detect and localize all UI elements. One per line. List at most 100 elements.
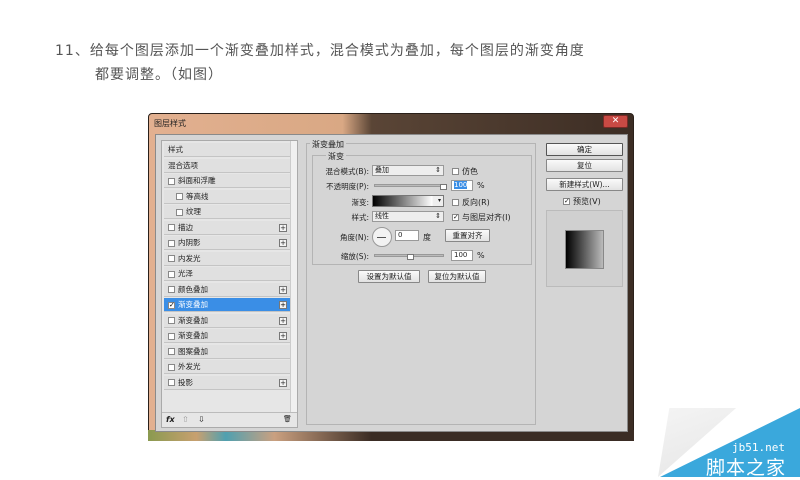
style-value: 线性 xyxy=(375,212,389,220)
style-item[interactable]: 投影 + xyxy=(164,375,290,390)
style-item-label: 渐变叠加 xyxy=(178,315,208,325)
angle-input[interactable]: 0 xyxy=(395,230,419,241)
style-checkbox[interactable] xyxy=(168,177,175,185)
style-item-label: 混合选项 xyxy=(168,160,198,170)
dither-label: 仿色 xyxy=(462,167,478,176)
style-item[interactable]: ✓ 渐变叠加 + xyxy=(164,298,290,312)
add-style-icon[interactable]: + xyxy=(279,378,287,387)
scale-unit: % xyxy=(477,251,485,260)
styles-toolbar: fx ⇧ ⇩ 🗑 xyxy=(162,412,297,427)
style-item-label: 颜色叠加 xyxy=(178,284,208,294)
style-item[interactable]: 纹理 xyxy=(164,205,290,219)
preview-label: 预览(V) xyxy=(573,197,601,206)
angle-label: 角度(N): xyxy=(340,233,369,242)
style-item[interactable]: 颜色叠加 + xyxy=(164,282,290,297)
preview-swatch xyxy=(565,230,604,269)
reset-alignment-button[interactable]: 重置对齐 xyxy=(445,229,490,242)
style-item-label: 图案叠加 xyxy=(178,346,208,356)
scale-input[interactable]: 100 xyxy=(451,250,473,261)
move-down-icon[interactable]: ⇩ xyxy=(198,415,205,424)
style-checkbox[interactable] xyxy=(168,270,175,278)
style-item[interactable]: 渐变叠加 + xyxy=(164,329,290,343)
style-item[interactable]: 外发光 xyxy=(164,360,290,374)
align-label: 与图层对齐(I) xyxy=(462,213,511,222)
style-item[interactable]: 等高线 xyxy=(164,189,290,204)
preview-checkbox[interactable]: ✓ 预览(V) xyxy=(563,196,601,207)
style-item-label: 等高线 xyxy=(186,191,209,201)
scale-slider-thumb[interactable] xyxy=(407,254,414,260)
opacity-slider-thumb[interactable] xyxy=(440,184,447,190)
align-with-layer-checkbox[interactable]: ✓ 与图层对齐(I) xyxy=(452,212,511,223)
style-item-label: 样式 xyxy=(168,145,183,154)
trash-icon[interactable]: 🗑 xyxy=(283,415,292,423)
style-checkbox[interactable] xyxy=(168,286,175,293)
style-item-label: 投影 xyxy=(178,377,193,387)
style-item[interactable]: 斜面和浮雕 xyxy=(164,174,290,188)
style-item[interactable]: 内阴影 + xyxy=(164,236,290,250)
styles-scrollbar[interactable] xyxy=(290,141,297,413)
set-default-button[interactable]: 设置为默认值 xyxy=(358,270,420,283)
watermark-name: 脚本之家 xyxy=(706,457,787,479)
styles-list: 样式 混合选项 斜面和浮雕 等高线 纹理 描边 + 内阴影 + 内发光 光泽 颜色叠加 + ✓ 渐变叠加 + 渐… xyxy=(161,140,298,428)
style-item[interactable]: 内发光 xyxy=(164,251,290,266)
style-item[interactable]: 光泽 xyxy=(164,267,290,281)
style-item-label: 内发光 xyxy=(178,253,201,263)
reverse-label: 反向(R) xyxy=(462,198,490,207)
style-checkbox[interactable]: ✓ xyxy=(168,301,175,309)
style-checkbox[interactable] xyxy=(168,224,175,231)
style-checkbox[interactable] xyxy=(176,193,183,200)
instruction-line-2: 都要调整。（如图） xyxy=(95,67,223,83)
style-label: 样式: xyxy=(351,213,369,222)
opacity-input[interactable]: 100 xyxy=(451,180,473,191)
style-checkbox[interactable] xyxy=(168,239,175,247)
blend-mode-value: 叠加 xyxy=(375,166,389,174)
angle-dial[interactable] xyxy=(372,227,392,247)
style-checkbox[interactable] xyxy=(168,332,175,340)
style-item[interactable]: 描边 + xyxy=(164,220,290,235)
dither-checkbox[interactable]: 仿色 xyxy=(452,166,478,177)
style-item[interactable]: 图案叠加 xyxy=(164,344,290,359)
add-style-icon[interactable]: + xyxy=(279,316,287,325)
instruction-line-1: 11、给每个图层添加一个渐变叠加样式，混合模式为叠加，每个图层的渐变角度 xyxy=(55,43,585,59)
add-style-icon[interactable]: + xyxy=(279,239,287,247)
style-item-label: 渐变叠加 xyxy=(178,300,208,309)
group-title: 渐变 xyxy=(326,151,346,162)
add-style-icon[interactable]: + xyxy=(279,223,287,232)
add-style-icon[interactable]: + xyxy=(279,332,287,340)
style-item[interactable]: 混合选项 xyxy=(164,158,290,173)
add-style-icon[interactable]: + xyxy=(279,301,287,309)
style-checkbox[interactable] xyxy=(168,255,175,262)
style-item[interactable]: 渐变叠加 + xyxy=(164,313,290,328)
blend-mode-label: 混合模式(B): xyxy=(325,167,369,176)
style-item-label: 内阴影 xyxy=(178,238,201,247)
ok-button[interactable]: 确定 xyxy=(546,143,623,156)
opacity-value: 100 xyxy=(454,181,468,189)
angle-unit: 度 xyxy=(423,233,431,242)
style-item[interactable]: 样式 xyxy=(164,143,290,157)
reverse-checkbox[interactable]: 反向(R) xyxy=(452,197,490,208)
style-checkbox[interactable] xyxy=(168,379,175,386)
panel-title: 渐变叠加 xyxy=(310,139,346,150)
add-style-icon[interactable]: + xyxy=(279,285,287,294)
gradient-picker[interactable]: ▾ xyxy=(372,195,444,207)
reset-button[interactable]: 复位 xyxy=(546,159,623,172)
opacity-unit: % xyxy=(477,181,485,190)
style-select[interactable]: 线性 ⇕ xyxy=(372,211,444,222)
style-checkbox[interactable] xyxy=(176,208,183,216)
blend-mode-select[interactable]: 叠加 ⇕ xyxy=(372,165,444,176)
reset-default-button[interactable]: 复位为默认值 xyxy=(428,270,486,283)
opacity-slider[interactable] xyxy=(374,184,444,187)
style-item-label: 渐变叠加 xyxy=(178,331,208,340)
style-checkbox[interactable] xyxy=(168,363,175,371)
style-checkbox[interactable] xyxy=(168,348,175,355)
fx-icon[interactable]: fx xyxy=(166,415,175,424)
opacity-label: 不透明度(P): xyxy=(326,182,369,191)
style-item-label: 描边 xyxy=(178,222,193,232)
move-up-icon[interactable]: ⇧ xyxy=(182,415,189,424)
scale-label: 缩放(S): xyxy=(340,252,369,261)
close-icon[interactable]: ✕ xyxy=(603,115,628,128)
new-style-button[interactable]: 新建样式(W)... xyxy=(546,178,623,191)
style-checkbox[interactable] xyxy=(168,317,175,324)
style-item-label: 斜面和浮雕 xyxy=(178,176,216,185)
style-item-label: 外发光 xyxy=(178,362,201,371)
